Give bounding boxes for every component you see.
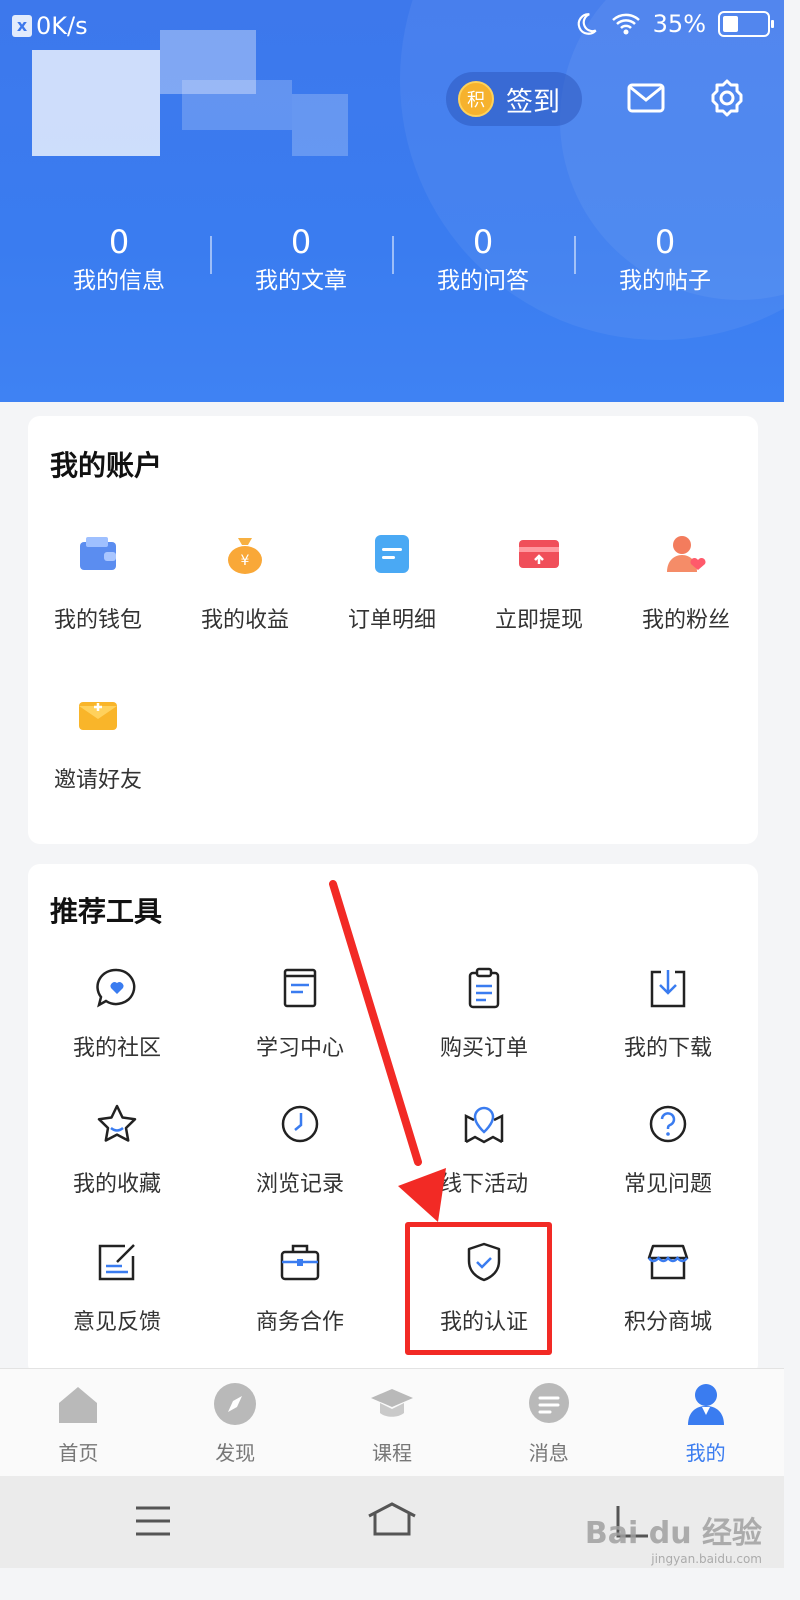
tab-me[interactable]: 我的	[627, 1369, 784, 1476]
tab-home[interactable]: 首页	[0, 1369, 157, 1476]
tab-discover[interactable]: 发现	[157, 1369, 314, 1476]
profile-icon	[687, 1384, 724, 1425]
baidu-jingyan-watermark: Bai du 经验 jingyan.baidu.com	[584, 1516, 762, 1566]
home-icon	[59, 1387, 98, 1423]
tab-messages[interactable]: 消息	[470, 1369, 627, 1476]
graduation-cap-icon	[370, 1389, 413, 1417]
home-nav-icon[interactable]	[366, 1500, 418, 1540]
compass-icon	[214, 1383, 257, 1425]
red-arrow-annotation	[329, 880, 446, 1222]
highlight-box-annotation	[405, 1222, 552, 1355]
tab-courses[interactable]: 课程	[314, 1369, 471, 1476]
message-icon	[528, 1383, 569, 1423]
menu-icon[interactable]	[134, 1504, 172, 1538]
bottom-tab-bar: 首页 发现 课程 消息 我的	[0, 1368, 784, 1476]
